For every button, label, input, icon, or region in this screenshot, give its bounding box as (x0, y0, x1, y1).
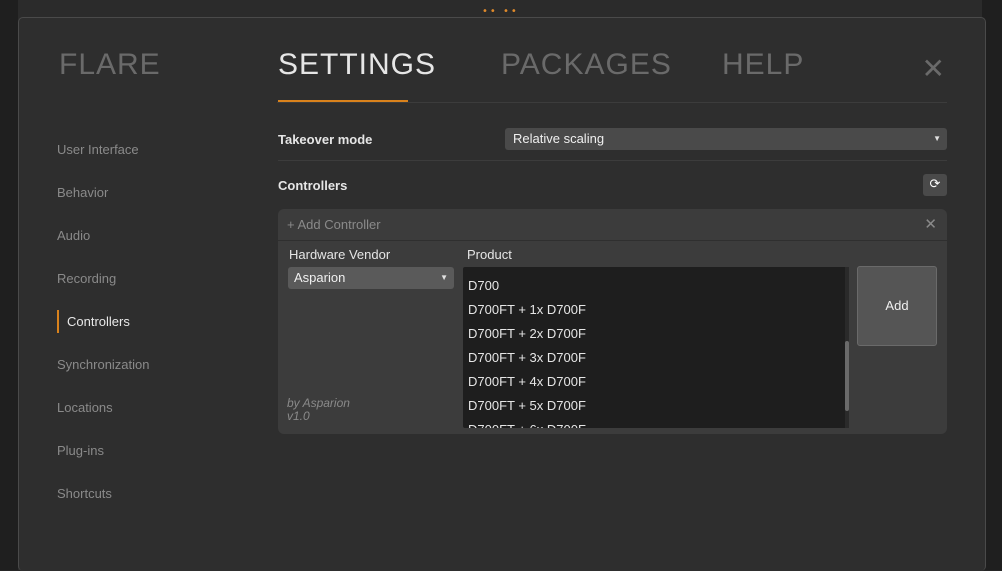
product-header: Product (467, 247, 512, 262)
list-item[interactable]: D700FT + 6x D700F (463, 418, 847, 428)
hardware-vendor-header: Hardware Vendor (289, 247, 391, 262)
vendor-info: by Asparion v1.0 (287, 397, 350, 423)
sidebar-item-synchronization[interactable]: Synchronization (57, 343, 237, 386)
add-controller-header: + Add Controller ✕ (278, 209, 947, 241)
add-controller-title[interactable]: + Add Controller (287, 217, 381, 232)
tab-settings[interactable]: SETTINGS (278, 48, 436, 82)
list-item[interactable]: D700FT + 3x D700F (463, 346, 847, 370)
product-list[interactable]: D700 D700FT + 1x D700F D700FT + 2x D700F… (463, 267, 847, 428)
takeover-mode-select[interactable]: Relative scaling ▼ (505, 128, 947, 150)
settings-dialog: FLARE SETTINGS PACKAGES HELP ✕ User Inte… (18, 17, 986, 571)
close-icon[interactable]: ✕ (924, 215, 937, 233)
sidebar-item-user-interface[interactable]: User Interface (57, 128, 237, 171)
list-top-spacer (463, 267, 847, 274)
add-controller-panel: + Add Controller ✕ Hardware Vendor Produ… (278, 209, 947, 434)
controllers-label: Controllers (278, 178, 348, 193)
sidebar-item-controllers[interactable]: Controllers (57, 300, 237, 343)
takeover-mode-value: Relative scaling (513, 131, 605, 146)
tab-bar: FLARE SETTINGS PACKAGES HELP ✕ (19, 18, 985, 104)
list-item[interactable]: D700FT + 1x D700F (463, 298, 847, 322)
background-left-strip (0, 0, 18, 570)
product-list-scrollbar[interactable] (845, 267, 849, 428)
sidebar-item-recording[interactable]: Recording (57, 257, 237, 300)
tab-help[interactable]: HELP (722, 48, 804, 82)
vendor-version: v1.0 (287, 409, 310, 423)
section-divider (278, 160, 947, 161)
header-divider (277, 102, 947, 103)
top-drag-indicator: •• •• (482, 6, 519, 17)
sidebar-item-shortcuts[interactable]: Shortcuts (57, 472, 237, 515)
list-item[interactable]: D700FT + 5x D700F (463, 394, 847, 418)
dropdown-caret-icon: ▼ (440, 273, 448, 282)
takeover-mode-label: Takeover mode (278, 132, 373, 147)
refresh-icon: ⟳ (929, 177, 941, 192)
refresh-controllers-button[interactable]: ⟳ (923, 174, 947, 196)
settings-sidebar: User Interface Behavior Audio Recording … (57, 128, 237, 515)
list-item[interactable]: D700FT + 4x D700F (463, 370, 847, 394)
sidebar-item-locations[interactable]: Locations (57, 386, 237, 429)
list-item[interactable]: D700 (463, 274, 847, 298)
close-icon[interactable]: ✕ (922, 52, 945, 85)
sidebar-item-audio[interactable]: Audio (57, 214, 237, 257)
hardware-vendor-value: Asparion (294, 270, 346, 285)
scrollbar-thumb[interactable] (845, 341, 849, 411)
dropdown-caret-icon: ▼ (933, 134, 941, 143)
sidebar-item-plug-ins[interactable]: Plug-ins (57, 429, 237, 472)
list-item[interactable]: D700FT + 2x D700F (463, 322, 847, 346)
sidebar-item-behavior[interactable]: Behavior (57, 171, 237, 214)
add-button[interactable]: Add (857, 266, 937, 346)
tab-flare[interactable]: FLARE (59, 48, 161, 82)
tab-packages[interactable]: PACKAGES (501, 48, 672, 82)
hardware-vendor-select[interactable]: Asparion ▼ (288, 267, 454, 289)
